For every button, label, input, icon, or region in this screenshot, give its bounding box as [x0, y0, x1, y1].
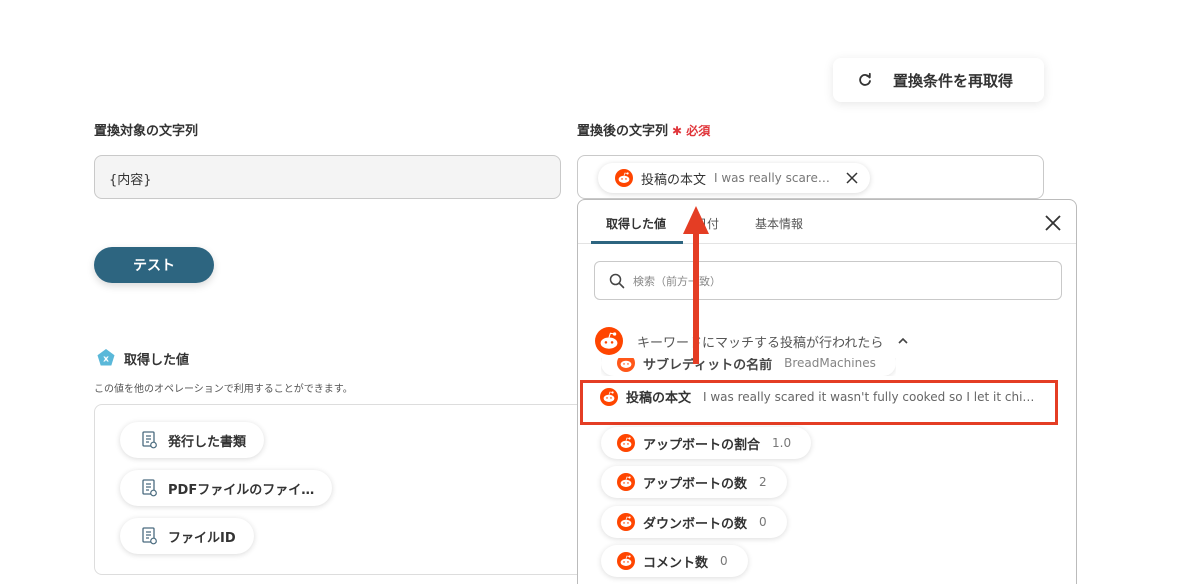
tab-basic-info[interactable]: 基本情報	[755, 215, 803, 232]
replacement-string-input[interactable]: 投稿の本文 I was really scare…	[577, 155, 1044, 199]
variable-badge-icon: x	[97, 349, 115, 366]
item-value: 0	[720, 554, 728, 568]
refresh-icon	[859, 72, 871, 86]
list-item[interactable]: アップボートの数 2	[601, 466, 787, 498]
reddit-icon	[617, 434, 635, 452]
output-item[interactable]: PDFファイルのファイ…	[120, 470, 333, 506]
output-item[interactable]: 発行した書類	[120, 422, 265, 458]
output-item-label: ファイルID	[168, 530, 236, 546]
reddit-icon	[617, 358, 635, 372]
output-item-label: 発行した書類	[168, 434, 247, 450]
search-input[interactable]: 検索（前方一致）	[594, 261, 1062, 300]
list-item[interactable]: ダウンボートの数 0	[601, 506, 787, 538]
group-title: キーワードにマッチする投稿が行われたら	[637, 335, 884, 351]
reddit-icon	[595, 327, 623, 355]
refresh-conditions-button[interactable]: 置換条件を再取得	[833, 58, 1044, 102]
target-string-label: 置換対象の文字列	[94, 124, 199, 139]
reddit-icon	[617, 552, 635, 570]
document-icon	[142, 431, 157, 449]
svg-text:x: x	[103, 355, 109, 365]
refresh-label: 置換条件を再取得	[893, 71, 1014, 90]
list-item[interactable]: アップボートの割合 1.0	[601, 427, 812, 459]
outputs-title: x 取得した値	[96, 348, 189, 368]
output-item[interactable]: ファイルID	[120, 518, 254, 554]
close-icon[interactable]	[1044, 214, 1062, 232]
item-value: 1.0	[772, 436, 792, 450]
item-value: 0	[759, 515, 767, 529]
item-name: アップボートの数	[643, 476, 748, 492]
item-name: アップボートの割合	[643, 437, 761, 453]
document-icon	[142, 479, 157, 497]
chip-name: 投稿の本文	[641, 172, 707, 188]
target-string-input[interactable]: {内容}	[94, 155, 561, 199]
item-name: コメント数	[643, 555, 709, 571]
item-value: BreadMachines	[784, 356, 876, 370]
item-value: 2	[759, 475, 767, 489]
reddit-icon	[617, 513, 635, 531]
dropdown-tabs: 取得した値 日付 基本情報	[578, 200, 1076, 244]
trigger-group-header[interactable]: キーワードにマッチする投稿が行われたら	[595, 327, 909, 355]
annotation-arrow-icon	[683, 206, 709, 364]
output-item-label: PDFファイルのファイ…	[168, 482, 315, 498]
reddit-icon	[617, 473, 635, 491]
variable-dropdown: 取得した値 日付 基本情報 検索（前方一致） キーワードにマッチする投稿が行われ…	[577, 199, 1077, 584]
reddit-icon	[600, 387, 618, 406]
remove-chip-icon[interactable]	[846, 172, 858, 184]
chip-value: I was really scare…	[714, 171, 830, 185]
chevron-up-icon[interactable]	[897, 335, 909, 347]
replacement-string-label: 置換後の文字列 ✱ 必須	[577, 120, 710, 139]
reddit-icon	[615, 169, 633, 187]
tab-retrieved-values[interactable]: 取得した値	[606, 215, 666, 232]
item-value: I was really scared it wasn't fully cook…	[703, 389, 1035, 404]
list-item-highlighted[interactable]: 投稿の本文 I was really scared it wasn't full…	[600, 387, 1034, 406]
outputs-title-text: 取得した値	[124, 352, 190, 368]
document-icon	[142, 527, 157, 545]
list-item[interactable]: コメント数 0	[601, 545, 748, 577]
test-button[interactable]: テスト	[94, 247, 214, 283]
outputs-description: この値を他のオペレーションで利用することができます。	[94, 384, 353, 395]
active-tab-indicator	[591, 241, 683, 244]
variable-chip[interactable]: 投稿の本文 I was really scare…	[598, 163, 870, 193]
replacement-label-text: 置換後の文字列	[577, 124, 669, 139]
required-badge: ✱ 必須	[672, 124, 711, 138]
item-name: ダウンボートの数	[643, 516, 748, 532]
search-icon	[609, 273, 625, 288]
item-name: 投稿の本文	[626, 391, 692, 406]
